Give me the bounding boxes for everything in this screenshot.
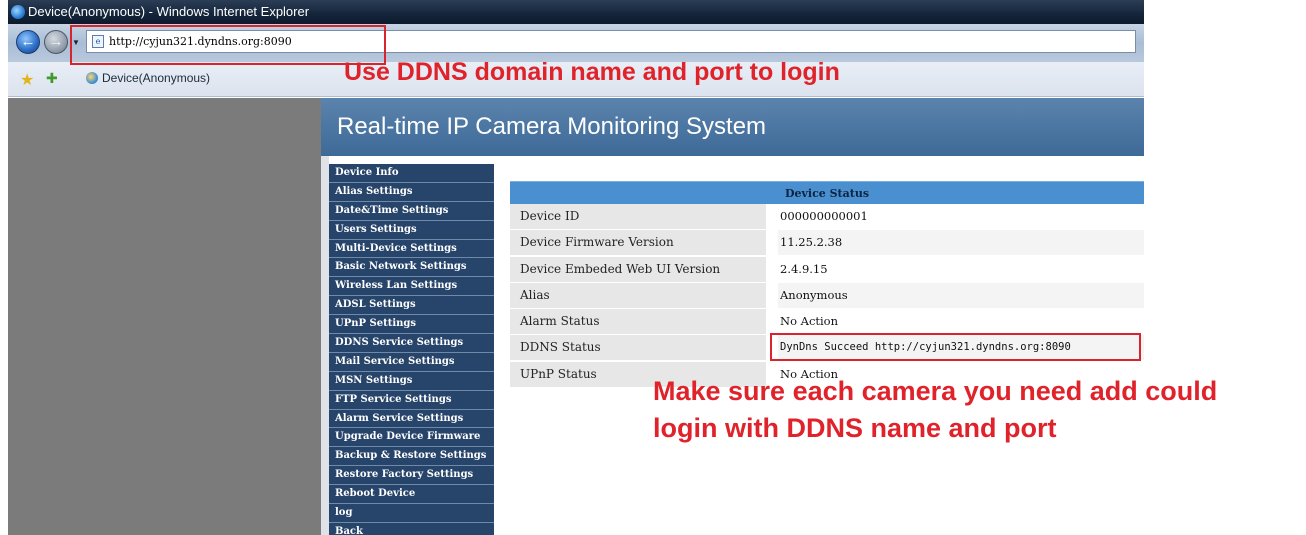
page-title: Real-time IP Camera Monitoring System xyxy=(337,113,767,140)
forward-button[interactable]: → xyxy=(44,30,68,54)
menu-list: Device Info Alias Settings Date&Time Setti… xyxy=(329,164,494,535)
window-titlebar: Device(Anonymous) - Windows Internet Exp… xyxy=(8,0,1144,24)
settings-menu: Device Info Alias Settings Date&Time Setti… xyxy=(321,156,499,535)
status-row: Device Firmware Version 11.25.2.38 xyxy=(510,230,1144,256)
menu-item[interactable]: Alias Settings xyxy=(329,182,494,202)
ddns-highlight-box xyxy=(770,333,1141,361)
status-value: No Action xyxy=(780,314,839,329)
menu-item[interactable]: UPnP Settings xyxy=(329,315,494,335)
menu-item[interactable]: Alarm Service Settings xyxy=(329,409,494,429)
menu-item[interactable]: Mail Service Settings xyxy=(329,352,494,372)
status-row: Device Embeded Web UI Version 2.4.9.15 xyxy=(510,256,1144,283)
annotation-bottom-line2: login with DDNS name and port xyxy=(653,413,1057,443)
ie-logo-icon xyxy=(11,5,25,19)
status-value: 11.25.2.38 xyxy=(778,230,1144,256)
annotation-bottom-line1: Make sure each camera you need add could xyxy=(653,376,1218,406)
status-label: Device Embeded Web UI Version xyxy=(510,256,766,282)
menu-edge xyxy=(321,156,329,535)
status-label: Device Firmware Version xyxy=(510,230,766,256)
status-label: Alias xyxy=(510,282,766,308)
menu-item[interactable]: FTP Service Settings xyxy=(329,390,494,410)
menu-item[interactable]: Back xyxy=(329,522,494,535)
menu-item[interactable]: Restore Factory Settings xyxy=(329,466,494,486)
url-highlight-box xyxy=(70,25,386,65)
device-status-title: Device Status xyxy=(510,181,1144,204)
menu-item[interactable]: ADSL Settings xyxy=(329,296,494,316)
status-value: 000000000001 xyxy=(780,209,868,223)
status-value: Anonymous xyxy=(778,282,1144,308)
menu-item[interactable]: Upgrade Device Firmware xyxy=(329,428,494,448)
tab-ie-icon xyxy=(86,72,98,84)
status-label: DDNS Status xyxy=(510,335,766,361)
browser-tab-label: Device(Anonymous) xyxy=(102,71,211,85)
menu-item[interactable]: Basic Network Settings xyxy=(329,258,494,278)
page-left-gray-area xyxy=(8,98,321,535)
menu-item[interactable]: Reboot Device xyxy=(329,485,494,505)
menu-item[interactable]: Date&Time Settings xyxy=(329,201,494,221)
menu-item[interactable]: MSN Settings xyxy=(329,371,494,391)
add-favorite-icon[interactable]: ✚ xyxy=(46,70,58,87)
status-label: Device ID xyxy=(510,204,766,229)
page-header-banner: Real-time IP Camera Monitoring System xyxy=(321,98,1144,156)
browser-tab[interactable]: Device(Anonymous) xyxy=(86,71,210,85)
menu-item[interactable]: Users Settings xyxy=(329,220,494,240)
status-row: Alarm Status No Action xyxy=(510,309,1144,335)
favorites-star-icon[interactable]: ★ xyxy=(20,70,34,90)
annotation-bottom: Make sure each camera you need add could… xyxy=(653,373,1217,447)
menu-item[interactable]: log xyxy=(329,504,494,523)
back-button[interactable]: ← xyxy=(16,30,40,54)
status-label: Alarm Status xyxy=(510,309,766,335)
status-value: 2.4.9.15 xyxy=(780,261,828,276)
menu-item[interactable]: DDNS Service Settings xyxy=(329,334,494,353)
window-title: Device(Anonymous) - Windows Internet Exp… xyxy=(28,4,310,19)
menu-item[interactable]: Multi-Device Settings xyxy=(329,239,494,259)
status-row: Device ID 000000000001 xyxy=(510,204,1144,230)
annotation-top: Use DDNS domain name and port to login xyxy=(344,58,840,86)
menu-item[interactable]: Wireless Lan Settings xyxy=(329,277,494,297)
status-row: Alias Anonymous xyxy=(510,282,1144,309)
menu-item[interactable]: Device Info xyxy=(329,164,494,183)
menu-item[interactable]: Backup & Restore Settings xyxy=(329,447,494,467)
